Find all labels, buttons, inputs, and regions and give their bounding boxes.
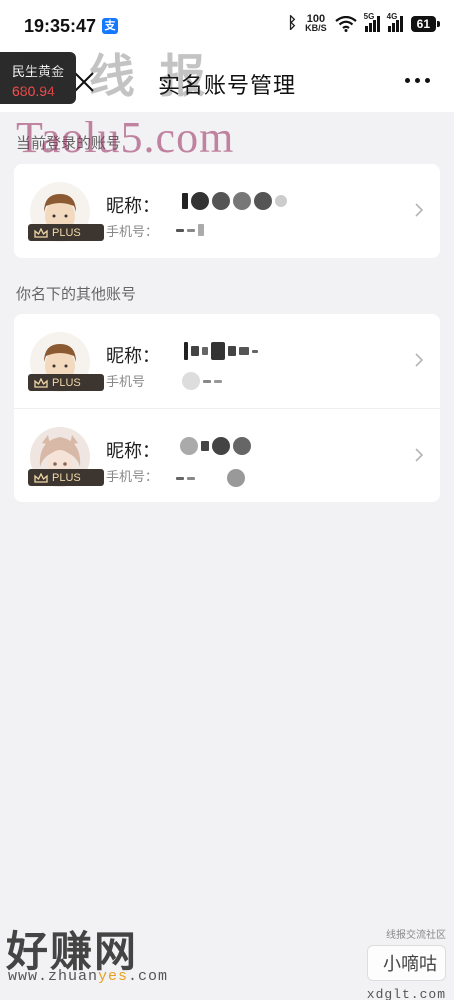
nickname-label: 昵称： [106, 196, 160, 216]
signal-4g-label: 4G [386, 12, 398, 21]
watermark-domain: xdglt.com [366, 987, 446, 1000]
status-icons: ᛒ 100 KB/S 5G 4G 61 [287, 12, 441, 33]
plus-badge-label: PLUS [52, 226, 81, 239]
signal-5g-icon: 5G [364, 12, 380, 32]
phone-label: 手机号： [106, 469, 159, 484]
plus-badge: PLUS [28, 224, 104, 241]
current-account-card: PLUS 昵称： 手机号： [14, 164, 440, 258]
more-icon[interactable] [405, 78, 430, 83]
account-row[interactable]: PLUS 昵称： 手机号： [14, 164, 440, 258]
watermark-brand: 小嘀咕 [366, 945, 446, 981]
watermark-url-prefix: www.zhuan [8, 968, 99, 985]
phone-label: 手机号 [106, 374, 146, 389]
bluetooth-icon: ᛒ [287, 15, 298, 32]
watermark-community: 线报交流社区 [386, 930, 446, 941]
phone-label: 手机号： [106, 224, 159, 239]
other-accounts-card: PLUS 昵称： 手机号 PLUS 昵称： 手机号： [14, 314, 440, 502]
gold-price: 680.94 [12, 83, 55, 99]
crown-icon [34, 377, 48, 388]
watermark-bottom-url: www.zhuanyes.com [8, 968, 168, 985]
network-speed-unit: KB/S [305, 23, 327, 33]
signal-4g-icon: 4G [387, 12, 403, 32]
nickname-redacted [182, 192, 287, 210]
nickname-redacted [180, 437, 251, 455]
nickname-redacted [184, 342, 258, 360]
plus-badge-label: PLUS [52, 471, 81, 484]
alipay-app-icon: 支 [102, 18, 118, 34]
plus-badge: PLUS [28, 469, 104, 486]
wifi-icon [334, 16, 357, 32]
network-speed: 100 KB/S [305, 14, 327, 33]
chevron-right-icon [415, 203, 424, 217]
status-time: 19:35:47 [24, 16, 97, 36]
plus-badge: PLUS [28, 374, 104, 391]
chevron-right-icon [415, 448, 424, 462]
gold-name: 民生黄金 [12, 64, 65, 79]
status-bar: 19:35:47 支 ᛒ 100 KB/S 5G 4G 61 [0, 0, 454, 54]
nickname-label: 昵称： [106, 441, 160, 461]
phone-redacted [176, 224, 204, 236]
plus-badge-label: PLUS [52, 376, 81, 389]
account-row[interactable]: PLUS 昵称： 手机号： [14, 408, 440, 502]
other-accounts-label: 你名下的其他账号 [16, 286, 137, 303]
watermark-url-suffix: .com [128, 968, 169, 985]
phone-redacted [182, 372, 222, 390]
gold-price-widget[interactable]: 民生黄金 680.94 [0, 52, 76, 104]
account-row[interactable]: PLUS 昵称： 手机号 [14, 314, 440, 408]
crown-icon [34, 472, 48, 483]
current-account-label: 当前登录的账号 [16, 135, 122, 152]
watermark-bottom-left: 好赚网 [6, 928, 139, 975]
chevron-right-icon [415, 353, 424, 367]
phone-redacted [176, 469, 245, 487]
watermark-url-highlight: yes [98, 968, 129, 985]
crown-icon [34, 227, 48, 238]
signal-5g-label: 5G [363, 12, 375, 21]
nickname-label: 昵称： [106, 346, 160, 366]
battery-icon: 61 [410, 16, 441, 32]
watermark-bottom-right: 线报交流社区 小嘀咕 xdglt.com [366, 926, 446, 1000]
